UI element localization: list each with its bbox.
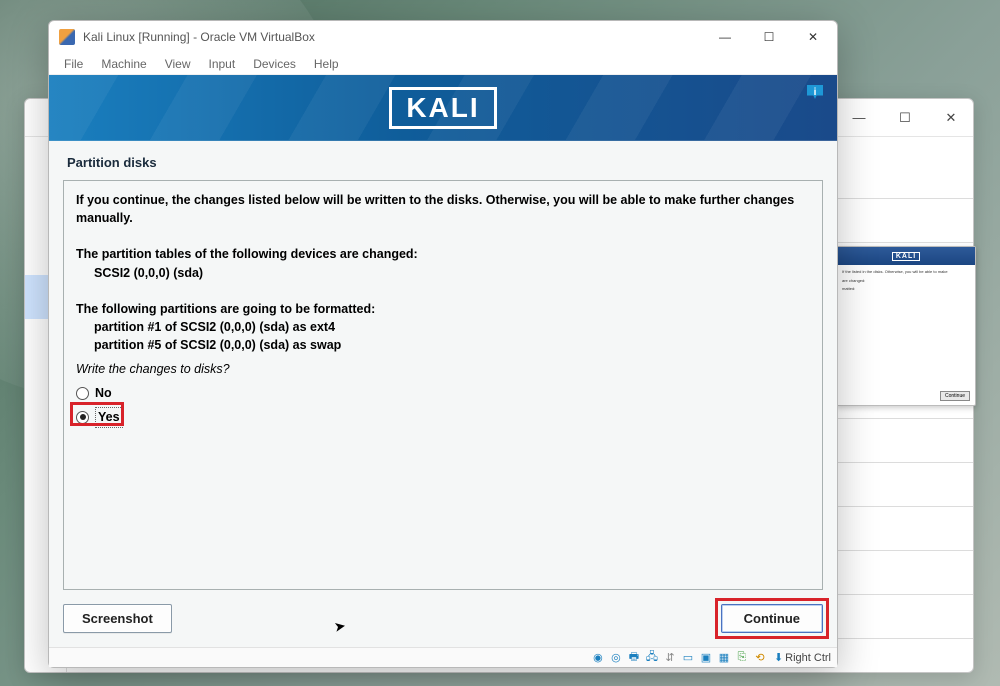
option-no[interactable]: No — [76, 384, 810, 402]
titlebar: Kali Linux [Running] - Oracle VM Virtual… — [49, 21, 837, 53]
status-usb-icon[interactable]: ⇵ — [662, 651, 678, 665]
continue-button[interactable]: Continue — [721, 604, 823, 633]
status-network-icon[interactable]: 🖧 — [644, 651, 660, 665]
info-icon[interactable]: i — [807, 85, 823, 99]
tables-changed-device: SCSI2 (0,0,0) (sda) — [76, 264, 810, 282]
screenshot-button[interactable]: Screenshot — [63, 604, 172, 633]
bg-maximize-button[interactable]: ☐ — [891, 104, 919, 132]
mini-text-2: are changed: — [842, 278, 970, 284]
kali-logo: KALI — [389, 87, 496, 129]
menu-view[interactable]: View — [158, 55, 198, 73]
preview-thumbnail: KALI If the listed in the disks. Otherwi… — [836, 246, 976, 406]
virtualbox-window: Kali Linux [Running] - Oracle VM Virtual… — [48, 20, 838, 668]
window-title: Kali Linux [Running] - Oracle VM Virtual… — [83, 30, 315, 44]
mini-text-1: If the listed in the disks. Otherwise, y… — [842, 269, 970, 275]
menu-help[interactable]: Help — [307, 55, 346, 73]
formatted-partition-1: partition #1 of SCSI2 (0,0,0) (sda) as e… — [76, 318, 810, 336]
installer-area: KALI i Partition disks If you continue, … — [49, 75, 837, 647]
maximize-button[interactable]: ☐ — [747, 22, 791, 52]
formatted-heading: The following partitions are going to be… — [76, 300, 810, 318]
status-display-icon[interactable]: ▣ — [698, 651, 714, 665]
menubar: File Machine View Input Devices Help — [49, 53, 837, 75]
host-key-indicator[interactable]: ⬇ Right Ctrl — [774, 651, 831, 664]
status-shared-folder-icon[interactable]: ▭ — [680, 651, 696, 665]
menu-devices[interactable]: Devices — [246, 55, 303, 73]
host-key-arrow-icon: ⬇ — [774, 651, 783, 664]
confirm-prompt: Write the changes to disks? — [76, 360, 810, 378]
bg-minimize-button[interactable]: — — [845, 104, 873, 132]
radio-no[interactable] — [76, 387, 89, 400]
mini-continue-button: Continue — [940, 391, 970, 401]
status-drag-drop-icon[interactable]: ⟲ — [752, 651, 768, 665]
status-audio-icon[interactable]: 🖶 — [626, 651, 642, 665]
menu-machine[interactable]: Machine — [94, 55, 153, 73]
statusbar: ◉ ◎ 🖶 🖧 ⇵ ▭ ▣ ▦ ⎘ ⟲ ⬇ Right Ctrl — [49, 647, 837, 667]
status-recording-icon[interactable]: ▦ — [716, 651, 732, 665]
bg-close-button[interactable]: ✕ — [937, 104, 965, 132]
close-button[interactable]: ✕ — [791, 22, 835, 52]
virtualbox-icon — [59, 29, 75, 45]
formatted-partition-2: partition #5 of SCSI2 (0,0,0) (sda) as s… — [76, 336, 810, 354]
host-key-label: Right Ctrl — [785, 652, 831, 664]
content-panel: If you continue, the changes listed belo… — [63, 180, 823, 590]
mouse-cursor-icon: ➤ — [333, 617, 348, 636]
option-yes-label: Yes — [95, 407, 123, 427]
kali-header: KALI i — [49, 75, 837, 141]
options-group: No Yes — [76, 384, 810, 427]
option-no-label: No — [95, 384, 112, 402]
menu-input[interactable]: Input — [202, 55, 243, 73]
intro-text: If you continue, the changes listed belo… — [76, 191, 810, 227]
menu-file[interactable]: File — [57, 55, 90, 73]
tables-changed-heading: The partition tables of the following de… — [76, 245, 810, 263]
option-yes[interactable]: Yes — [76, 407, 810, 427]
minimize-button[interactable]: — — [703, 22, 747, 52]
step-title: Partition disks — [49, 141, 837, 180]
button-row: Screenshot Continue — [49, 598, 837, 647]
mini-kali-logo: KALI — [892, 252, 920, 261]
mini-text-3: matted: — [842, 286, 970, 292]
status-optical-icon[interactable]: ◎ — [608, 651, 624, 665]
status-clipboard-icon[interactable]: ⎘ — [734, 651, 750, 665]
status-hdd-icon[interactable]: ◉ — [590, 651, 606, 665]
radio-yes[interactable] — [76, 411, 89, 424]
